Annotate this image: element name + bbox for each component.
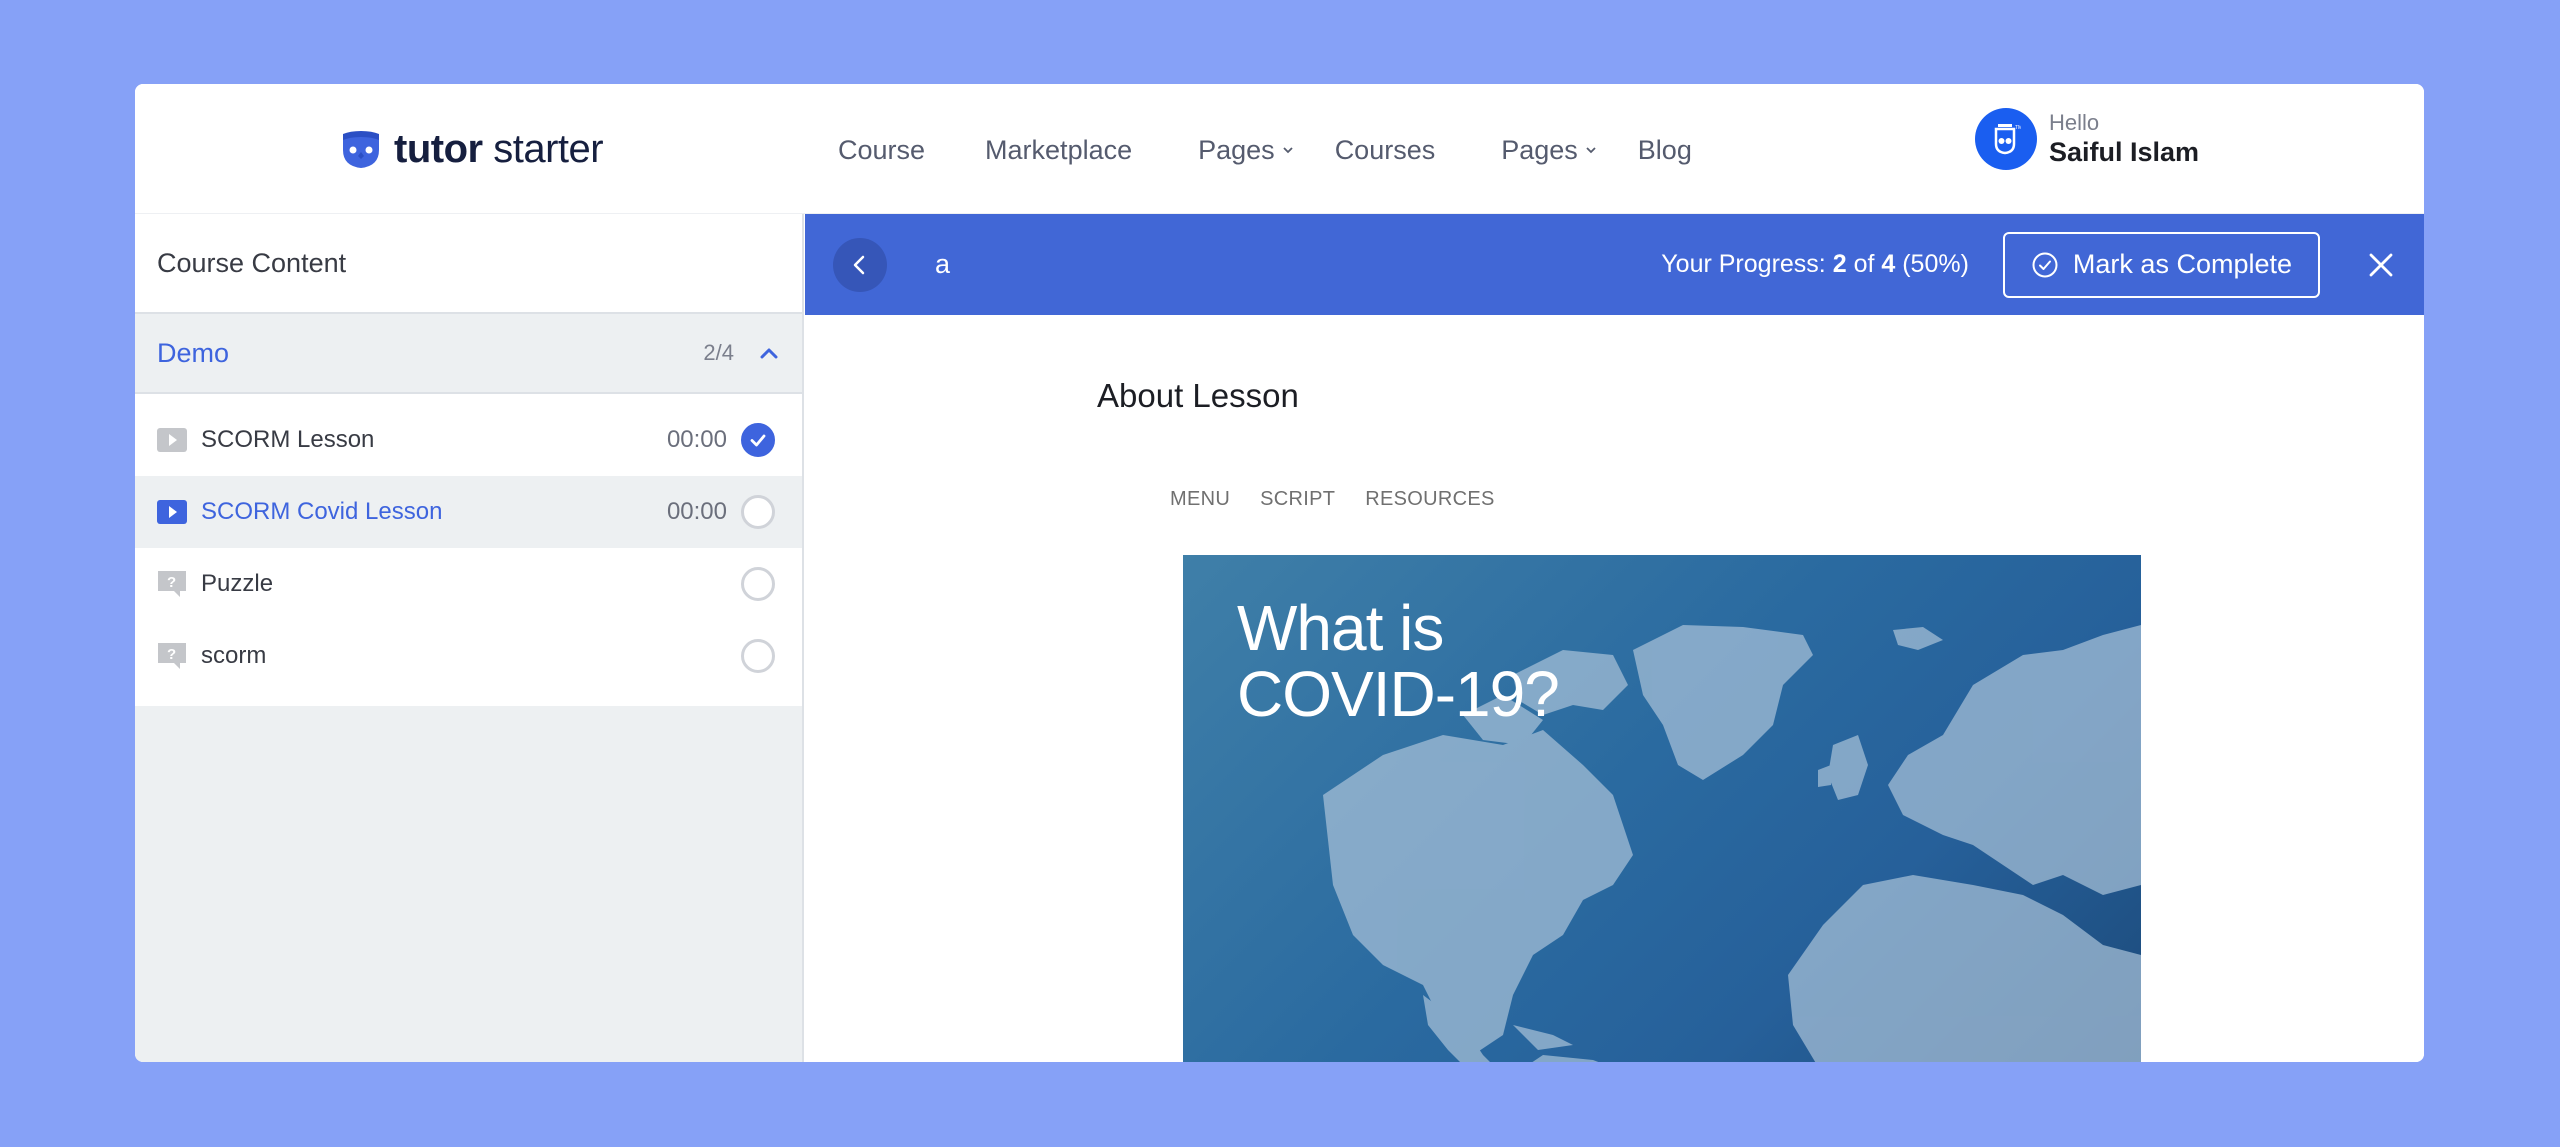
lesson-item-active[interactable]: SCORM Covid Lesson 00:00	[135, 476, 802, 548]
scorm-tab-resources[interactable]: RESOURCES	[1365, 488, 1494, 511]
topic-header[interactable]: Demo 2/4	[135, 314, 802, 394]
lesson-complete-checkbox[interactable]	[741, 423, 775, 457]
brand-name-bold: tutor	[394, 126, 483, 171]
progress-of: of	[1853, 250, 1875, 278]
lesson-complete-checkbox[interactable]	[741, 567, 775, 601]
user-menu[interactable]: TM Hello Saiful Islam	[1975, 108, 2199, 170]
nav-item-blog[interactable]: Blog	[1638, 135, 1692, 166]
nav-item-pages[interactable]: Pages	[1198, 135, 1295, 166]
brand-logo[interactable]: tutor starter	[340, 124, 604, 174]
slide-title-line-2: COVID-19?	[1237, 658, 1560, 730]
back-button[interactable]	[833, 237, 887, 292]
chevron-left-icon	[853, 255, 865, 274]
quiz-icon: ?	[157, 569, 187, 599]
slide-title-line-1: What is	[1237, 592, 1444, 664]
owl-avatar-icon: TM	[1994, 124, 2021, 155]
scorm-player-tabs: MENU SCRIPT RESOURCES	[1170, 488, 1495, 511]
svg-text:?: ?	[167, 574, 176, 591]
lesson-item[interactable]: ? scorm	[135, 620, 802, 692]
lesson-list: SCORM Lesson 00:00 SCORM Covid Lesson 00…	[135, 394, 802, 706]
lesson-complete-checkbox[interactable]	[741, 639, 775, 673]
about-lesson-heading: About Lesson	[1097, 377, 1299, 414]
lesson-title: SCORM Lesson	[201, 426, 375, 453]
progress-done: 2	[1832, 250, 1847, 278]
lesson-item[interactable]: ? Puzzle	[135, 548, 802, 620]
avatar: TM	[1975, 108, 2037, 170]
chevron-up-icon[interactable]	[758, 342, 780, 364]
topic-count: 2/4	[703, 340, 734, 365]
brand-name: tutor starter	[394, 126, 604, 172]
play-video-icon	[157, 497, 187, 527]
topic-title: Demo	[157, 337, 230, 368]
nav-item-marketplace[interactable]: Marketplace	[985, 135, 1132, 166]
nav-item-courses[interactable]: Courses	[1335, 135, 1436, 166]
scorm-tab-menu[interactable]: MENU	[1170, 488, 1230, 511]
nav-item-label: Pages	[1501, 134, 1578, 165]
quiz-icon: ?	[157, 641, 187, 671]
site-header: tutor starter Course Marketplace Pages C…	[135, 84, 2424, 214]
nav-item-label: Blog	[1637, 134, 1692, 165]
check-circle-icon	[2032, 252, 2058, 277]
brand-name-light: starter	[493, 126, 604, 171]
nav-item-course[interactable]: Course	[838, 135, 925, 166]
nav-item-label: Marketplace	[985, 134, 1133, 165]
nav-item-label: Pages	[1198, 134, 1275, 165]
svg-text:?: ?	[167, 646, 176, 663]
lesson-topbar: a Your Progress: 2 of 4 (50%) Mark as Co…	[805, 214, 2424, 315]
lesson-item[interactable]: SCORM Lesson 00:00	[135, 404, 802, 476]
close-button[interactable]	[2366, 250, 2396, 280]
page-card: tutor starter Course Marketplace Pages C…	[135, 84, 2424, 1062]
sidebar-title: Course Content	[135, 214, 802, 314]
nav-item-pages-2[interactable]: Pages	[1501, 135, 1598, 166]
course-content-sidebar: Course Content Demo 2/4 SCORM Lesson 00:…	[135, 214, 804, 1062]
progress-percent: (50%)	[1902, 250, 1969, 278]
progress-label: Your Progress:	[1661, 250, 1826, 278]
nav-item-label: Courses	[1334, 134, 1436, 165]
mark-as-complete-button[interactable]: Mark as Complete	[2002, 231, 2320, 298]
play-video-icon	[157, 425, 187, 455]
main-nav: Course Marketplace Pages Courses Pages B…	[838, 128, 1692, 172]
lesson-duration: 00:00	[666, 498, 727, 525]
lesson-duration: 00:00	[666, 426, 727, 453]
progress-total: 4	[1881, 250, 1896, 278]
user-greeting: Hello	[2049, 110, 2100, 135]
lesson-title: SCORM Covid Lesson	[201, 498, 443, 525]
user-info: Hello Saiful Islam	[2049, 110, 2199, 168]
current-lesson-name: a	[935, 249, 951, 279]
scorm-tab-script[interactable]: SCRIPT	[1260, 488, 1335, 511]
check-icon	[750, 434, 766, 447]
chevron-down-icon	[1283, 147, 1293, 154]
chevron-down-icon	[1586, 147, 1596, 154]
progress-text: Your Progress: 2 of 4 (50%)	[1661, 250, 1969, 279]
owl-logo-icon	[343, 131, 379, 168]
user-name: Saiful Islam	[2049, 137, 2200, 167]
lesson-complete-checkbox[interactable]	[741, 495, 775, 529]
lesson-content: About Lesson MENU SCRIPT RESOURCES What …	[805, 315, 2424, 1062]
nav-item-label: Course	[838, 134, 926, 165]
slide-title: What is COVID-19?	[1237, 592, 1560, 730]
lesson-title: scorm	[201, 642, 267, 669]
lesson-title: Puzzle	[201, 570, 274, 597]
mark-as-complete-label: Mark as Complete	[2072, 249, 2292, 279]
svg-text:TM: TM	[2015, 125, 2021, 131]
scorm-slide[interactable]: What is COVID-19?	[1183, 555, 2141, 1062]
close-icon	[2369, 253, 2393, 276]
